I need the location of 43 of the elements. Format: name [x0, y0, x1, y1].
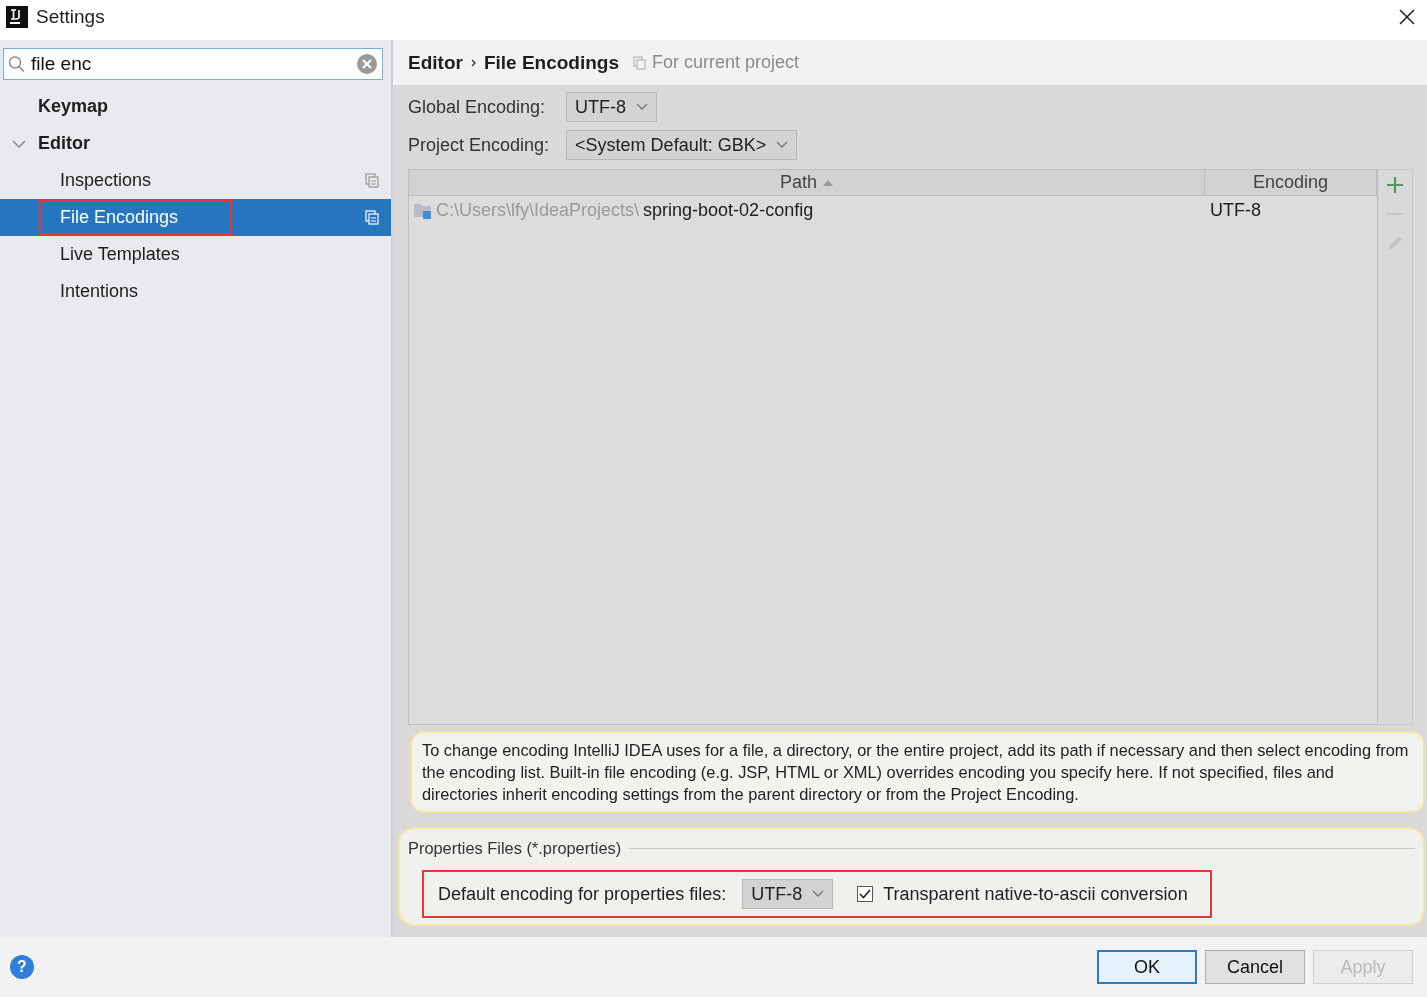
item-label: Inspections — [59, 169, 153, 192]
table-cell-text: UTF-8 — [1209, 199, 1262, 221]
close-icon — [1399, 9, 1415, 25]
encoding-dropdown[interactable]: UTF-8 — [566, 92, 658, 122]
item-label: Live Templates — [59, 243, 181, 266]
sidebar-item[interactable]: Intentions — [0, 273, 391, 310]
sidebar-item[interactable]: Inspections — [0, 162, 391, 199]
copy-icon — [633, 55, 646, 70]
item-label: Intentions — [59, 280, 140, 303]
info-note: To change encoding IntelliJ IDEA uses for a file, a directory, or the entire project, add its path if necessary and then select encoding from the encoding list. Built-in file encoding (e.g. JSP, HTML or XML) overrides encoding you specify here. If not specified, files and directories inherit encoding settings from the parent directory or from the Project Encoding. — [410, 731, 1425, 813]
item-label: Keymap — [37, 95, 110, 118]
chevron-down-icon — [776, 141, 789, 149]
column-header[interactable]: Path — [409, 170, 1205, 195]
search-field[interactable]: file enc — [3, 48, 383, 80]
encoding-dropdown[interactable]: <System Default: GBK> — [566, 130, 798, 160]
chevron-down-icon — [812, 890, 825, 898]
app-logo-icon — [6, 6, 28, 28]
chevron-down-icon — [636, 103, 649, 111]
window-title: Settings — [36, 6, 106, 28]
column-header[interactable]: Encoding — [1205, 170, 1377, 195]
sidebar-item[interactable]: Live Templates — [0, 236, 391, 273]
item-label: Editor — [37, 132, 91, 155]
help-button[interactable]: ? — [10, 955, 34, 979]
dialog-button[interactable]: Cancel — [1205, 950, 1305, 984]
breadcrumb-item: File Encodings — [483, 51, 619, 74]
scope-label: For current project — [652, 52, 800, 73]
field-label: Default encoding for properties files: — [438, 883, 727, 905]
dialog-button[interactable]: OK — [1097, 950, 1197, 984]
encoding-dropdown[interactable]: UTF-8 — [742, 879, 834, 909]
folder-icon — [413, 201, 432, 219]
field-label: Project Encoding: — [408, 134, 550, 156]
sidebar-item[interactable]: Editor — [0, 125, 391, 162]
sidebar-item[interactable]: File Encodings — [0, 199, 391, 236]
clear-icon — [357, 54, 377, 74]
annotation-frame: File Encodings — [39, 200, 233, 235]
sidebar-item[interactable]: Keymap — [0, 88, 391, 125]
breadcrumb-item: Editor — [408, 51, 463, 74]
table-cell: C:\Users\lfy\IdeaProjects\ spring-boot-02-config — [409, 199, 1205, 221]
field-label: Global Encoding: — [408, 96, 547, 118]
group-title: Properties Files (*.properties) — [408, 839, 622, 858]
breadcrumb-separator-icon — [470, 58, 476, 67]
checkbox[interactable]: Transparent native-to-ascii conversion — [857, 883, 1188, 905]
search-icon — [8, 55, 25, 73]
